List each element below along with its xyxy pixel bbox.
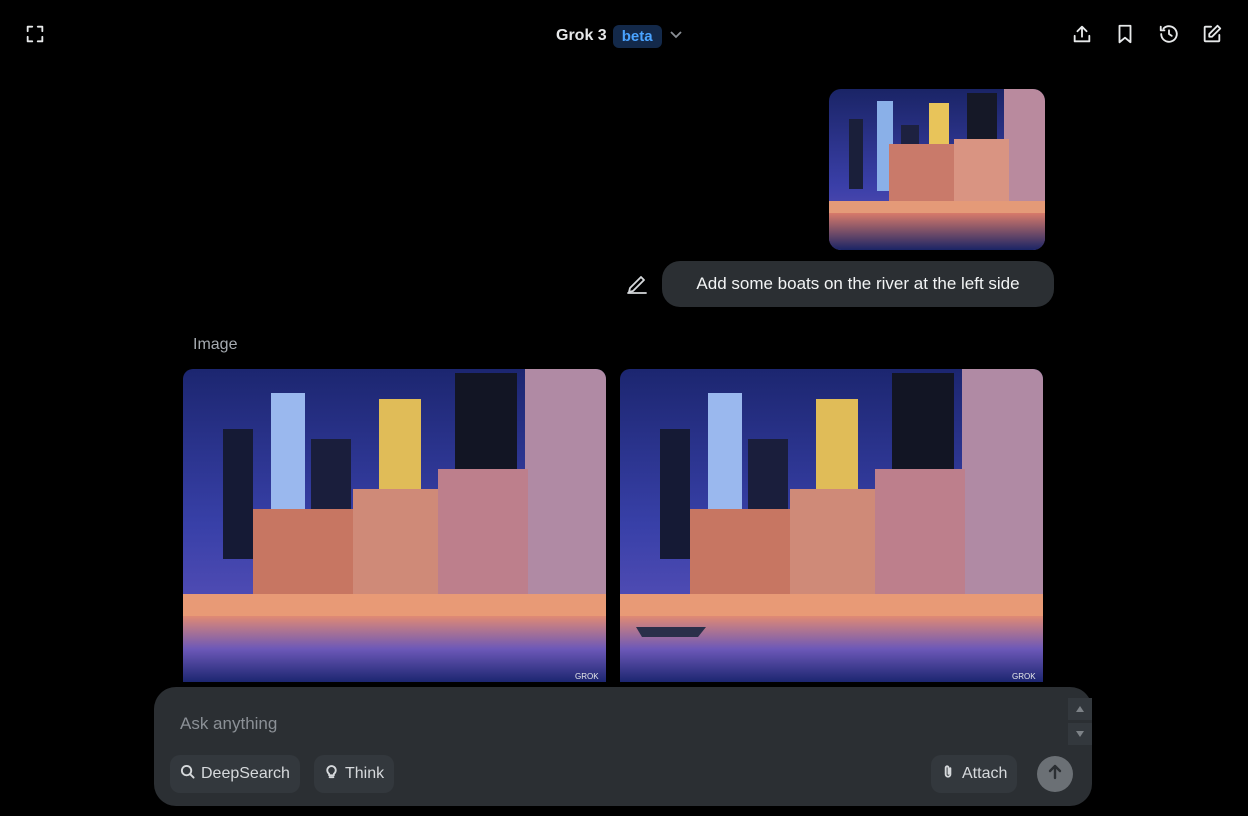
pencil-icon <box>625 276 649 300</box>
lightbulb-icon <box>324 764 339 784</box>
attach-label: Attach <box>962 765 1008 782</box>
generated-image-2[interactable]: GROK <box>620 369 1043 682</box>
city-night-illustration: GROK <box>183 369 606 682</box>
response-label: Image <box>193 336 238 353</box>
attach-button[interactable]: Attach <box>931 755 1018 793</box>
chevron-down-icon <box>668 26 684 47</box>
think-label: Think <box>345 765 385 782</box>
share-icon <box>1071 23 1093 50</box>
scroll-up-arrow[interactable] <box>1068 698 1092 720</box>
city-night-illustration: GROK <box>620 369 1043 682</box>
arrow-up-icon <box>1046 763 1064 786</box>
think-button[interactable]: Think <box>314 755 395 793</box>
composer: DeepSearch Think Attach <box>154 687 1092 806</box>
watermark: GROK <box>575 672 599 681</box>
edit-message-button[interactable] <box>625 272 651 298</box>
paperclip-icon <box>941 764 956 784</box>
model-name: Grok 3 <box>556 27 607 44</box>
beta-badge: beta <box>612 24 662 48</box>
new-chat-icon <box>1201 23 1223 50</box>
prompt-input[interactable] <box>178 709 1032 739</box>
deepsearch-button[interactable]: DeepSearch <box>170 755 300 793</box>
search-icon <box>180 764 195 784</box>
user-message: Add some boats on the river at the left … <box>662 261 1054 307</box>
model-selector[interactable]: Grok 3 beta <box>556 22 684 50</box>
fullscreen-button[interactable] <box>21 22 49 50</box>
deepsearch-label: DeepSearch <box>201 765 290 782</box>
share-button[interactable] <box>1068 22 1096 50</box>
generated-image-1[interactable]: GROK <box>183 369 606 682</box>
boat <box>636 627 706 637</box>
scroll-down-arrow[interactable] <box>1068 723 1092 745</box>
bookmark-icon <box>1114 23 1136 50</box>
send-button[interactable] <box>1037 756 1073 792</box>
history-icon <box>1158 23 1180 50</box>
new-chat-button[interactable] <box>1198 22 1226 50</box>
uploaded-image[interactable] <box>829 89 1045 250</box>
expand-icon <box>24 23 46 50</box>
history-button[interactable] <box>1155 22 1183 50</box>
bookmark-button[interactable] <box>1111 22 1139 50</box>
watermark: GROK <box>1012 672 1036 681</box>
city-night-illustration <box>829 89 1045 250</box>
